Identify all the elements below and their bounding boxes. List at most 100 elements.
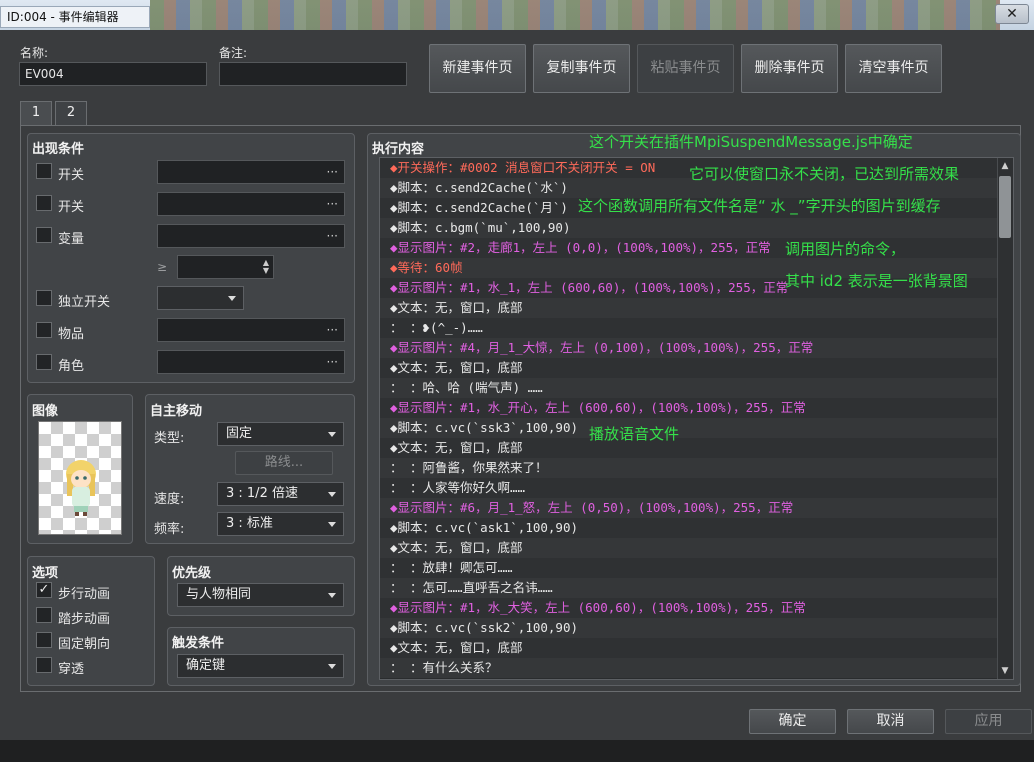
step-anim-label: 踏步动画 xyxy=(58,612,111,627)
trigger-dropdown[interactable]: 确定键 xyxy=(177,654,344,678)
trigger-title: 触发条件 xyxy=(172,636,225,651)
command-row[interactable]: ◆显示图片：#1，水_开心，左上 (600,60)，(100%,100%)，25… xyxy=(380,398,998,418)
command-row[interactable]: ◆显示图片：#2，走廊1，左上 (0,0)，(100%,100%)，255，正常 xyxy=(380,238,998,258)
direction-fix-checkbox[interactable] xyxy=(36,632,52,648)
apply-button[interactable]: 应用 xyxy=(945,709,1032,734)
move-type-dropdown[interactable]: 固定 xyxy=(217,422,344,446)
command-row[interactable]: ◆脚本：c.vc(`ssk3`,100,90) xyxy=(380,418,998,438)
command-row[interactable]: ： ：放肆！卿怎可…… xyxy=(380,558,998,578)
through-checkbox[interactable] xyxy=(36,657,52,673)
direction-fix-label: 固定朝向 xyxy=(58,637,111,652)
scroll-down-icon[interactable]: ▼ xyxy=(997,663,1013,679)
command-row[interactable]: ： ：怎可……直呼吾之名讳…… xyxy=(380,578,998,598)
chevron-down-icon xyxy=(228,296,236,301)
ellipsis-icon: ··· xyxy=(326,229,338,243)
move-frequency-dropdown[interactable]: 3 : 标准 xyxy=(217,512,344,536)
clear-page-button[interactable]: 清空事件页 xyxy=(845,44,942,93)
walk-anim-checkbox[interactable]: ✓ xyxy=(36,582,52,598)
variable-label: 变量 xyxy=(58,232,85,247)
tab-page-1[interactable]: 1 xyxy=(20,101,52,125)
move-route-button[interactable]: 路线... xyxy=(235,451,333,475)
chevron-down-icon xyxy=(328,492,336,497)
command-row[interactable]: ◆文本：无，窗口，底部 xyxy=(380,438,998,458)
command-row[interactable]: ◆脚本：c.vc(`ssk2`,100,90) xyxy=(380,618,998,638)
conditions-title: 出现条件 xyxy=(32,142,85,157)
switch1-checkbox[interactable] xyxy=(36,163,52,179)
command-row[interactable]: ◆显示图片：#6，月_1_怒，左上 (0,50)，(100%,100%)，255… xyxy=(380,498,998,518)
paste-page-button[interactable]: 粘贴事件页 xyxy=(637,44,734,93)
command-row[interactable]: ： ：哈、哈 (喘气声) …… xyxy=(380,378,998,398)
new-page-button[interactable]: 新建事件页 xyxy=(429,44,526,93)
annotation-background-id: 其中 id2 表示是一张背景图 xyxy=(785,272,968,290)
ok-button[interactable]: 确定 xyxy=(749,709,836,734)
command-list[interactable]: ◆开关操作：#0002 消息窗口不关闭开关 = ON ◆脚本：c.send2Cac… xyxy=(379,157,1014,680)
actor-selector[interactable]: ··· xyxy=(157,350,345,374)
trigger-value: 确定键 xyxy=(186,658,226,673)
note-field[interactable] xyxy=(219,62,407,86)
cancel-button[interactable]: 取消 xyxy=(847,709,934,734)
command-row[interactable]: ◆文本：无，窗口，底部 xyxy=(380,638,998,658)
ellipsis-icon: ··· xyxy=(326,323,338,337)
background-map-strip xyxy=(150,0,1000,30)
command-row[interactable]: ◆显示图片：#4，月_1_大惊，左上 (0,100)，(100%,100%)，2… xyxy=(380,338,998,358)
variable-value-spinner[interactable]: ▲ ▼ xyxy=(177,255,274,279)
spinner-arrows-icon[interactable]: ▲ ▼ xyxy=(263,259,269,275)
note-label: 备注: xyxy=(219,46,248,60)
command-row[interactable]: ◆文本：无，窗口，底部 xyxy=(380,358,998,378)
priority-value: 与人物相同 xyxy=(186,587,252,602)
command-row[interactable]: ◆脚本：c.bgm(`mu`,100,90) xyxy=(380,218,998,238)
ellipsis-icon: ··· xyxy=(326,197,338,211)
switch2-checkbox[interactable] xyxy=(36,195,52,211)
chevron-down-icon xyxy=(328,664,336,669)
annotation-window-never-close: 它可以使窗口永不关闭，已达到所需效果 xyxy=(689,165,960,183)
item-checkbox[interactable] xyxy=(36,322,52,338)
window-title: ID:004 - 事件编辑器 xyxy=(0,6,150,28)
checkmark-icon: ✓ xyxy=(38,582,50,597)
command-row[interactable]: ： ：人家等你好久啊…… xyxy=(380,478,998,498)
scrollbar-thumb[interactable] xyxy=(999,176,1011,238)
switch2-selector[interactable]: ··· xyxy=(157,192,345,216)
item-selector[interactable]: ··· xyxy=(157,318,345,342)
annotation-cache-images: 这个函数调用所有文件名是“ 水 _”字开头的图片到缓存 xyxy=(578,197,941,215)
name-field[interactable]: EV004 xyxy=(19,62,207,86)
chevron-down-icon xyxy=(328,522,336,527)
move-speed-value: 3 : 1/2 倍速 xyxy=(226,486,298,501)
command-row[interactable]: ： ：有什么关系？ xyxy=(380,658,998,678)
self-switch-checkbox[interactable] xyxy=(36,290,52,306)
annotation-play-voice: 播放语音文件 xyxy=(589,425,680,443)
switch1-selector[interactable]: ··· xyxy=(157,160,345,184)
move-speed-label: 速度: xyxy=(154,492,185,507)
command-row[interactable]: ◆显示图片：#1，水_大笑，左上 (600,60)，(100%,100%)，25… xyxy=(380,598,998,618)
scroll-up-icon[interactable]: ▲ xyxy=(997,158,1013,174)
image-title: 图像 xyxy=(32,404,59,419)
variable-selector[interactable]: ··· xyxy=(157,224,345,248)
command-row[interactable]: ◆文本：无，窗口，底部 xyxy=(380,298,998,318)
contents-title: 执行内容 xyxy=(372,142,425,157)
gte-symbol: ≥ xyxy=(157,260,168,274)
move-type-label: 类型: xyxy=(154,431,185,446)
character-sprite xyxy=(66,460,96,516)
priority-dropdown[interactable]: 与人物相同 xyxy=(177,583,344,607)
command-row[interactable]: ： ：❥(^_-)…… xyxy=(380,318,998,338)
item-label: 物品 xyxy=(58,327,85,342)
tab-page-2[interactable]: 2 xyxy=(55,101,87,125)
move-speed-dropdown[interactable]: 3 : 1/2 倍速 xyxy=(217,482,344,506)
actor-label: 角色 xyxy=(58,359,85,374)
character-image-preview[interactable] xyxy=(38,421,122,535)
footer-strip xyxy=(0,740,1034,762)
copy-page-button[interactable]: 复制事件页 xyxy=(533,44,630,93)
ellipsis-icon: ··· xyxy=(326,165,338,179)
command-row[interactable]: ： ：阿鲁酱，你果然来了！ xyxy=(380,458,998,478)
close-button[interactable]: ✕ xyxy=(995,4,1029,24)
annotation-show-picture: 调用图片的命令， xyxy=(785,240,906,258)
chevron-down-icon xyxy=(328,593,336,598)
ellipsis-icon: ··· xyxy=(326,355,338,369)
command-row[interactable]: ◆脚本：c.vc(`ask1`,100,90) xyxy=(380,518,998,538)
self-switch-dropdown[interactable] xyxy=(157,286,244,310)
variable-checkbox[interactable] xyxy=(36,227,52,243)
delete-page-button[interactable]: 删除事件页 xyxy=(741,44,838,93)
step-anim-checkbox[interactable] xyxy=(36,607,52,623)
chevron-down-icon xyxy=(328,432,336,437)
actor-checkbox[interactable] xyxy=(36,354,52,370)
command-row[interactable]: ◆文本：无，窗口，底部 xyxy=(380,538,998,558)
